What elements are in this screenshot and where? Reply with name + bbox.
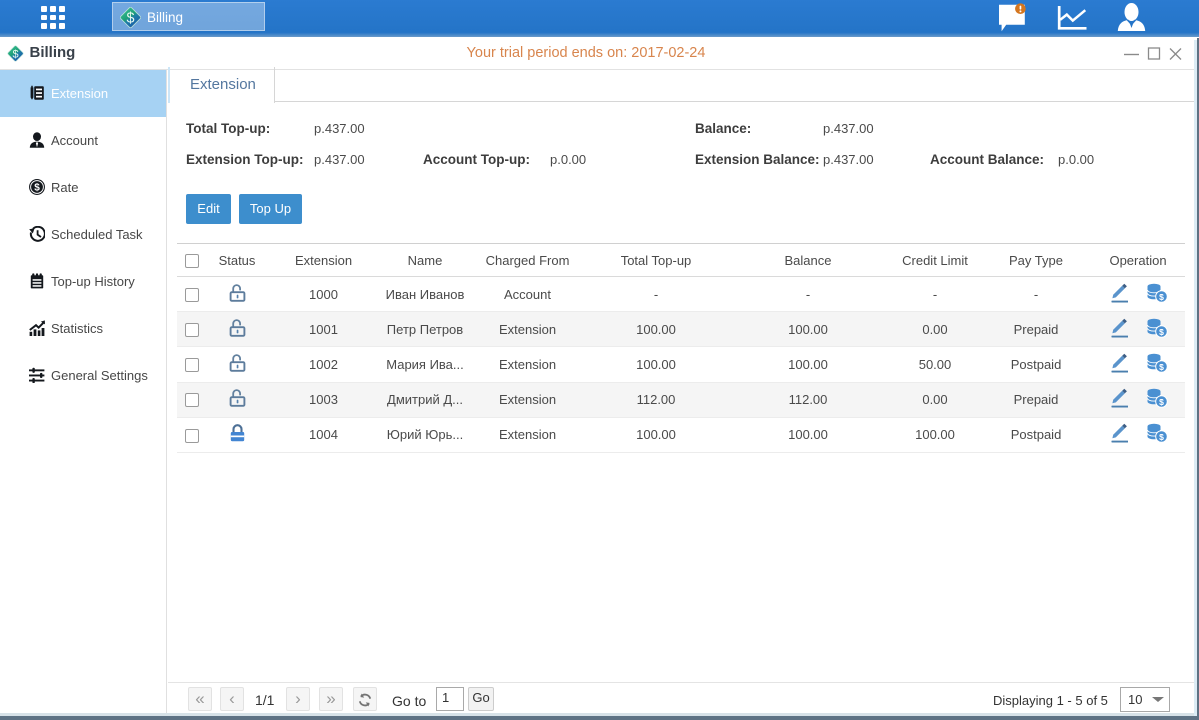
svg-text:$: $ [127,11,135,27]
svg-text:$: $ [1159,397,1164,407]
svg-text:$: $ [1159,362,1164,372]
svg-text:$: $ [1159,292,1164,302]
svg-text:$: $ [1159,327,1164,337]
svg-text:$: $ [34,183,40,194]
svg-text:$: $ [1159,432,1164,442]
